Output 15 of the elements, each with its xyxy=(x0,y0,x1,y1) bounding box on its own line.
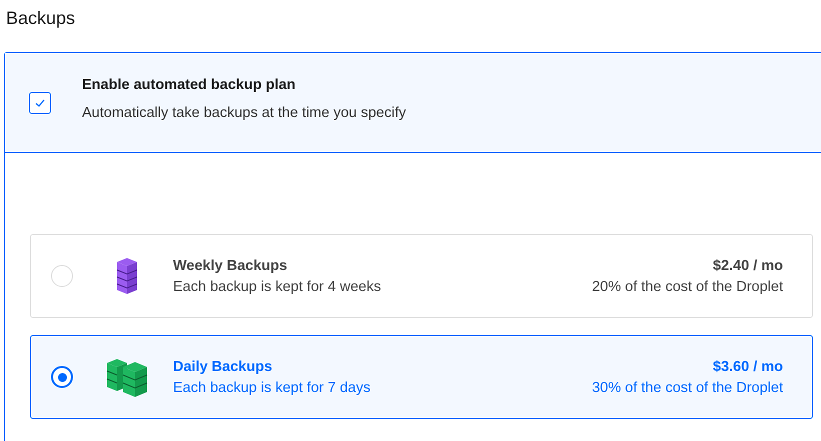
plan-cost-share: 30% of the cost of the Droplet xyxy=(592,380,783,396)
radio-button[interactable] xyxy=(51,366,73,388)
plan-cost-share: 20% of the cost of the Droplet xyxy=(592,278,783,294)
plan-price: $2.40 / mo xyxy=(712,258,783,274)
section-title: Backups xyxy=(5,7,76,30)
plan-option[interactable]: Weekly Backups Each backup is kept for 4 weeks $2.40 / mo 20% of the cost of the Droplet xyxy=(30,234,813,318)
plan-price: $3.60 / mo xyxy=(712,358,783,374)
plan-retention: Each backup is kept for 7 days xyxy=(173,380,372,396)
enable-description: Automatically take backups at the time you specify xyxy=(82,104,406,120)
plan-option[interactable]: Daily Backups Each backup is kept for 7 days $3.60 / mo 30% of the cost of the Droplet xyxy=(30,335,813,419)
enable-checkbox[interactable] xyxy=(29,92,51,114)
plan-name: Weekly Backups xyxy=(173,258,288,274)
enable-label: Enable automated backup plan xyxy=(82,76,297,92)
plan-name: Daily Backups xyxy=(173,358,274,374)
plan-retention: Each backup is kept for 4 weeks xyxy=(173,278,382,294)
